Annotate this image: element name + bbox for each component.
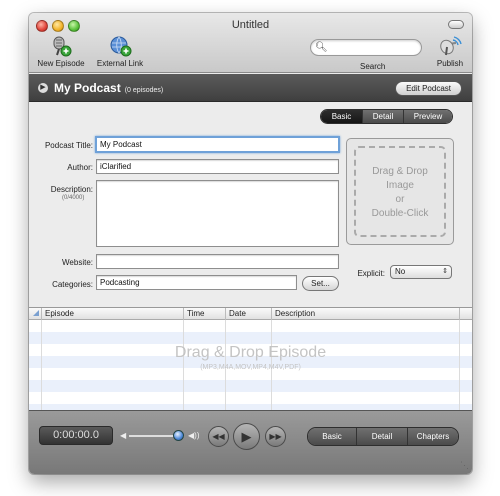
podcast-title-label: Podcast Title: bbox=[44, 141, 93, 150]
episode-drop-title: Drag & Drop Episode bbox=[174, 344, 327, 361]
volume-low-icon: ◀ bbox=[120, 431, 127, 440]
search-icon: 🔍︎ bbox=[315, 42, 328, 53]
author-label: Author: bbox=[67, 163, 93, 172]
globe-add-icon bbox=[110, 36, 132, 57]
fast-forward-icon: ▶▶ bbox=[269, 432, 282, 441]
window-title: Untitled bbox=[231, 19, 270, 31]
rewind-icon: ◀◀ bbox=[212, 432, 225, 441]
select-arrows-icon: ⇕ bbox=[442, 268, 448, 275]
publish-label: Publish bbox=[436, 59, 464, 68]
app-window: Untitled New Episode External Link 🔍︎ Se… bbox=[29, 13, 472, 474]
episode-count: (0 episodes) bbox=[124, 87, 164, 94]
edit-podcast-button[interactable]: Edit Podcast bbox=[395, 81, 462, 96]
fast-forward-button[interactable]: ▶▶ bbox=[265, 426, 286, 447]
website-label: Website: bbox=[62, 258, 93, 267]
column-description[interactable]: Description bbox=[271, 308, 459, 320]
artwork-line-4: Double-Click bbox=[371, 208, 429, 219]
publish-button[interactable]: Publish bbox=[433, 35, 467, 68]
bottom-tab-chapters[interactable]: Chapters bbox=[407, 428, 458, 445]
artwork-line-2: Image bbox=[386, 180, 414, 191]
external-link-button[interactable]: External Link bbox=[92, 35, 148, 68]
tab-detail[interactable]: Detail bbox=[362, 110, 403, 123]
tab-basic[interactable]: Basic bbox=[321, 110, 362, 123]
explicit-label: Explicit: bbox=[357, 269, 385, 278]
empty-row-stripe bbox=[29, 332, 472, 344]
rewind-button[interactable]: ◀◀ bbox=[208, 426, 229, 447]
column-date[interactable]: Date bbox=[225, 308, 271, 320]
tab-preview[interactable]: Preview bbox=[403, 110, 452, 123]
explicit-select[interactable]: No ⇕ bbox=[390, 265, 452, 279]
artwork-line-1: Drag & Drop bbox=[372, 166, 428, 177]
column-spacer bbox=[459, 308, 472, 320]
description-counter: (0/4000) bbox=[62, 195, 85, 201]
podcast-title-field[interactable]: My Podcast bbox=[95, 136, 340, 153]
podcast-title-heading: My Podcast (0 episodes) bbox=[54, 81, 163, 95]
podcast-header: ▶ My Podcast (0 episodes) Edit Podcast bbox=[29, 74, 472, 102]
search-label: Search bbox=[360, 62, 386, 71]
author-field[interactable]: iClarified bbox=[96, 159, 339, 174]
column-time[interactable]: Time bbox=[183, 308, 225, 320]
artwork-drop-zone[interactable]: Drag & Drop Image or Double-Click bbox=[346, 138, 454, 245]
categories-label: Categories: bbox=[52, 280, 93, 289]
player-bar: 0:00:00.0 ◀ ◀)) ◀◀ ▶ ▶▶ Basic Detail Cha… bbox=[29, 410, 472, 474]
episode-drop-formats: (MP3,M4A,MOV,MP4,M4V,PDF) bbox=[200, 364, 301, 371]
publish-antenna-icon bbox=[440, 36, 462, 56]
set-categories-button[interactable]: Set... bbox=[302, 276, 339, 291]
description-field[interactable] bbox=[96, 180, 339, 247]
episode-table-header: Episode Time Date Description bbox=[29, 308, 472, 320]
explicit-value: No bbox=[395, 267, 406, 276]
toolbar: Untitled New Episode External Link 🔍︎ Se… bbox=[29, 13, 472, 73]
sort-icon[interactable] bbox=[29, 308, 41, 320]
play-button[interactable]: ▶ bbox=[233, 423, 260, 450]
volume-high-icon: ◀)) bbox=[188, 431, 200, 440]
external-link-label: External Link bbox=[96, 59, 144, 68]
artwork-drop-target: Drag & Drop Image or Double-Click bbox=[354, 146, 446, 237]
website-field[interactable] bbox=[96, 254, 339, 269]
resize-grip-icon[interactable]: ⋱ bbox=[460, 460, 469, 471]
bottom-view-tabs: Basic Detail Chapters bbox=[307, 427, 459, 446]
column-episode[interactable]: Episode bbox=[41, 308, 183, 320]
podcast-name: My Podcast bbox=[54, 81, 121, 95]
episode-table: Episode Time Date Description Drag & Dro… bbox=[29, 307, 472, 411]
search-input[interactable]: 🔍︎ bbox=[310, 39, 422, 56]
new-episode-label: New Episode bbox=[37, 59, 85, 68]
empty-row-stripe bbox=[29, 380, 472, 392]
play-icon: ▶ bbox=[241, 429, 252, 444]
volume-slider-knob[interactable] bbox=[173, 430, 184, 441]
timecode-display: 0:00:00.0 bbox=[39, 426, 113, 445]
bottom-tab-detail[interactable]: Detail bbox=[356, 428, 407, 445]
bottom-tab-basic[interactable]: Basic bbox=[308, 428, 356, 445]
toolbar-toggle-button[interactable] bbox=[448, 20, 464, 29]
artwork-line-3: or bbox=[395, 194, 405, 205]
microphone-add-icon bbox=[53, 36, 72, 57]
categories-field[interactable]: Podcasting bbox=[96, 275, 297, 290]
view-mode-tabs: Basic Detail Preview bbox=[320, 109, 453, 124]
description-label: Description: bbox=[50, 185, 93, 194]
new-episode-button[interactable]: New Episode bbox=[35, 35, 87, 68]
disclosure-arrow-icon[interactable]: ▶ bbox=[38, 83, 48, 93]
